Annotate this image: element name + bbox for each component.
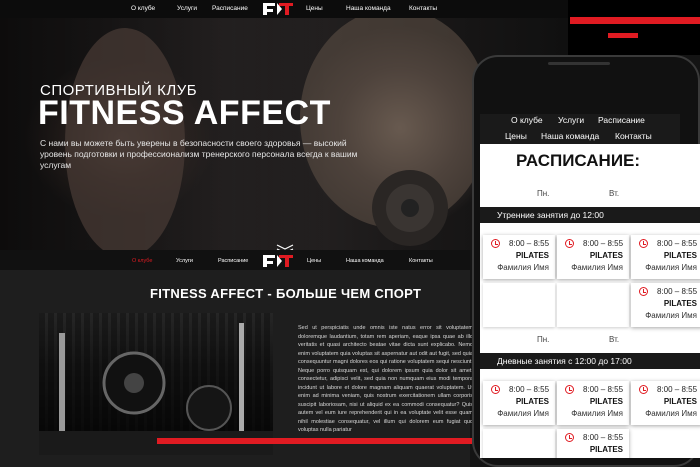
- nav2-link-schedule[interactable]: Расписание: [218, 258, 248, 264]
- phone-speaker: [548, 62, 610, 65]
- nav-link-services[interactable]: Услуги: [177, 5, 197, 12]
- nav2-link-about[interactable]: О клубе: [132, 258, 152, 264]
- phone-nav-prices[interactable]: Цены: [505, 131, 527, 141]
- class-name: PILATES: [663, 299, 697, 308]
- secondary-nav: О клубе Услуги Расписание Цены Наша кома…: [0, 250, 470, 270]
- empty-card: [483, 429, 555, 458]
- day-band: Дневные занятия с 12:00 до 17:00: [480, 353, 700, 369]
- class-time: 8:00 – 8:55: [509, 239, 550, 248]
- clock-icon: [565, 239, 574, 248]
- class-trainer: Фамилия Имя: [497, 409, 549, 418]
- class-card[interactable]: 8:00 – 8:55 PILATES Фамилия Имя: [483, 381, 555, 425]
- class-time: 8:00 – 8:55: [657, 287, 698, 296]
- class-time: 8:00 – 8:55: [583, 385, 624, 394]
- class-trainer: Фамилия Имя: [645, 263, 697, 272]
- class-name: PILATES: [515, 397, 549, 406]
- class-card[interactable]: 8:00 – 8:55 PILATES Фамилия Имя: [557, 381, 629, 425]
- nav-link-schedule[interactable]: Расписание: [212, 5, 248, 12]
- class-card[interactable]: 8:00 – 8:55 PILATES Фамилия Имя: [631, 283, 700, 327]
- day-header-tue: Вт.: [609, 335, 620, 344]
- gym-photo: [39, 313, 273, 455]
- day-header-mon: Пн.: [537, 335, 550, 344]
- class-time: 8:00 – 8:55: [583, 239, 624, 248]
- nav-link-team[interactable]: Наша команда: [346, 5, 391, 12]
- class-card[interactable]: 8:00 – 8:55 PILATES Фамилия Имя: [557, 429, 629, 458]
- morning-band: Утренние занятия до 12:00: [480, 207, 700, 223]
- class-card[interactable]: 8:00 – 8:55 PILATES Фамилия Имя: [557, 235, 629, 279]
- hero-description: С нами вы можете быть уверены в безопасн…: [40, 138, 358, 170]
- nav2-link-services[interactable]: Услуги: [176, 258, 193, 264]
- clock-icon: [639, 287, 648, 296]
- class-card[interactable]: 8:00 – 8:55 PILATES Фамилия Имя: [631, 235, 700, 279]
- nav2-link-team[interactable]: Наша команда: [346, 258, 384, 264]
- class-trainer: Фамилия Имя: [571, 409, 623, 418]
- clock-icon: [639, 239, 648, 248]
- nav-link-prices[interactable]: Цены: [306, 5, 323, 12]
- class-trainer: Фамилия Имя: [571, 457, 623, 458]
- about-heading: FITNESS AFFECT - БОЛЬШЕ ЧЕМ СПОРТ: [150, 286, 422, 301]
- class-card[interactable]: 8:00 – 8:55 PILATES Фамилия Имя: [631, 381, 700, 425]
- class-trainer: Фамилия Имя: [645, 311, 697, 320]
- class-name: PILATES: [663, 251, 697, 260]
- clock-icon: [565, 433, 574, 442]
- class-name: PILATES: [663, 397, 697, 406]
- phone-nav-services[interactable]: Услуги: [558, 115, 584, 125]
- class-trainer: Фамилия Имя: [497, 263, 549, 272]
- corner-panel: [568, 0, 700, 55]
- clock-icon: [491, 239, 500, 248]
- class-time: 8:00 – 8:55: [509, 385, 550, 394]
- scroll-down-icon[interactable]: [276, 241, 294, 250]
- empty-card: [483, 283, 555, 327]
- phone-nav-team[interactable]: Наша команда: [541, 131, 599, 141]
- phone-nav-schedule[interactable]: Расписание: [598, 115, 645, 125]
- class-time: 8:00 – 8:55: [657, 385, 698, 394]
- red-stripe: [570, 17, 700, 24]
- nav2-link-prices[interactable]: Цены: [307, 258, 321, 264]
- class-name: PILATES: [589, 251, 623, 260]
- class-trainer: Фамилия Имя: [571, 263, 623, 272]
- day-header-tue: Вт.: [609, 189, 620, 198]
- class-trainer: Фамилия Имя: [645, 409, 697, 418]
- class-name: PILATES: [515, 251, 549, 260]
- nav-link-contacts[interactable]: Контакты: [409, 5, 437, 12]
- accent-bar: [157, 438, 472, 444]
- phone-nav: О клубе Услуги Расписание Цены Наша кома…: [480, 114, 680, 144]
- red-stripe: [608, 33, 638, 38]
- class-time: 8:00 – 8:55: [657, 239, 698, 248]
- nav2-link-contacts[interactable]: Контакты: [409, 258, 433, 264]
- day-header-mon: Пн.: [537, 189, 550, 198]
- clock-icon: [639, 385, 648, 394]
- nav-link-about[interactable]: О клубе: [131, 5, 155, 12]
- class-card[interactable]: 8:00 – 8:55 PILATES Фамилия Имя: [483, 235, 555, 279]
- class-time: 8:00 – 8:55: [583, 433, 624, 442]
- clock-icon: [565, 385, 574, 394]
- class-name: PILATES: [589, 397, 623, 406]
- hero-title: FITNESS AFFECT: [38, 94, 331, 132]
- class-name: PILATES: [589, 445, 623, 454]
- about-text: Sed ut perspiciatis unde omnis iste natu…: [298, 325, 473, 433]
- clock-icon: [491, 385, 500, 394]
- empty-card: [557, 283, 629, 327]
- schedule-title: РАСПИСАНИЕ:: [516, 151, 641, 170]
- phone-nav-about[interactable]: О клубе: [511, 115, 543, 125]
- phone-screen: РАСПИСАНИЕ: Пн. Вт. Утренние занятия до …: [480, 144, 700, 458]
- phone-nav-contacts[interactable]: Контакты: [615, 131, 652, 141]
- top-nav: О клубе Услуги Расписание Цены Наша кома…: [0, 0, 568, 18]
